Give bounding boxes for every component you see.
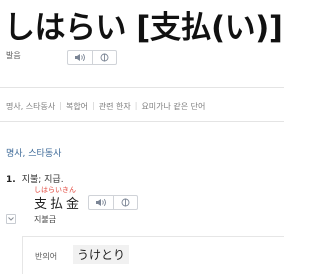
chevron-down-icon xyxy=(8,217,14,221)
example-word[interactable]: 支払金 xyxy=(34,193,82,212)
entry-tabs: 명사, 스타동사 | 복합어 | 관련 한자 | 요미가나 같은 단어 xyxy=(6,101,205,112)
slow-pronunciation-button[interactable] xyxy=(92,51,116,64)
tab-compounds[interactable]: 복합어 xyxy=(66,101,88,112)
example-pronunciation-buttons xyxy=(88,195,138,210)
speaker-icon xyxy=(75,53,85,62)
tab-same-yomigana[interactable]: 요미가나 같은 단어 xyxy=(141,101,205,112)
tab-separator: | xyxy=(92,101,95,110)
tab-separator: | xyxy=(134,101,138,110)
sense-text: 지불; 지급. xyxy=(21,175,64,185)
antonym-label: 반의어 xyxy=(35,252,58,261)
antonym-word[interactable]: うけとり xyxy=(73,245,130,264)
slow-example-button[interactable] xyxy=(113,196,137,209)
speaker-icon xyxy=(96,198,106,207)
slow-play-icon xyxy=(100,53,109,62)
example-meaning: 지불금 xyxy=(34,215,57,224)
play-example-button[interactable] xyxy=(89,196,113,209)
slow-play-icon xyxy=(121,198,130,207)
pronunciation-buttons xyxy=(67,50,117,65)
tab-related-kanji[interactable]: 관련 한자 xyxy=(99,101,131,112)
tab-pos[interactable]: 명사, 스타동사 xyxy=(6,101,55,112)
sense-item: 1. 지불; 지급. xyxy=(6,167,64,186)
antonym-box: 반의어 うけとり xyxy=(22,236,284,274)
part-of-speech-heading: 명사, 스타동사 xyxy=(6,149,62,159)
tab-separator: | xyxy=(59,101,62,110)
divider xyxy=(0,87,284,88)
headword-title: しはらい [支払(い)] xyxy=(4,10,283,46)
example-toggle-button[interactable] xyxy=(6,214,16,224)
play-pronunciation-button[interactable] xyxy=(68,51,92,64)
divider xyxy=(0,121,284,122)
sense-number: 1. xyxy=(6,175,16,185)
pronunciation-label: 발음 xyxy=(6,51,21,60)
